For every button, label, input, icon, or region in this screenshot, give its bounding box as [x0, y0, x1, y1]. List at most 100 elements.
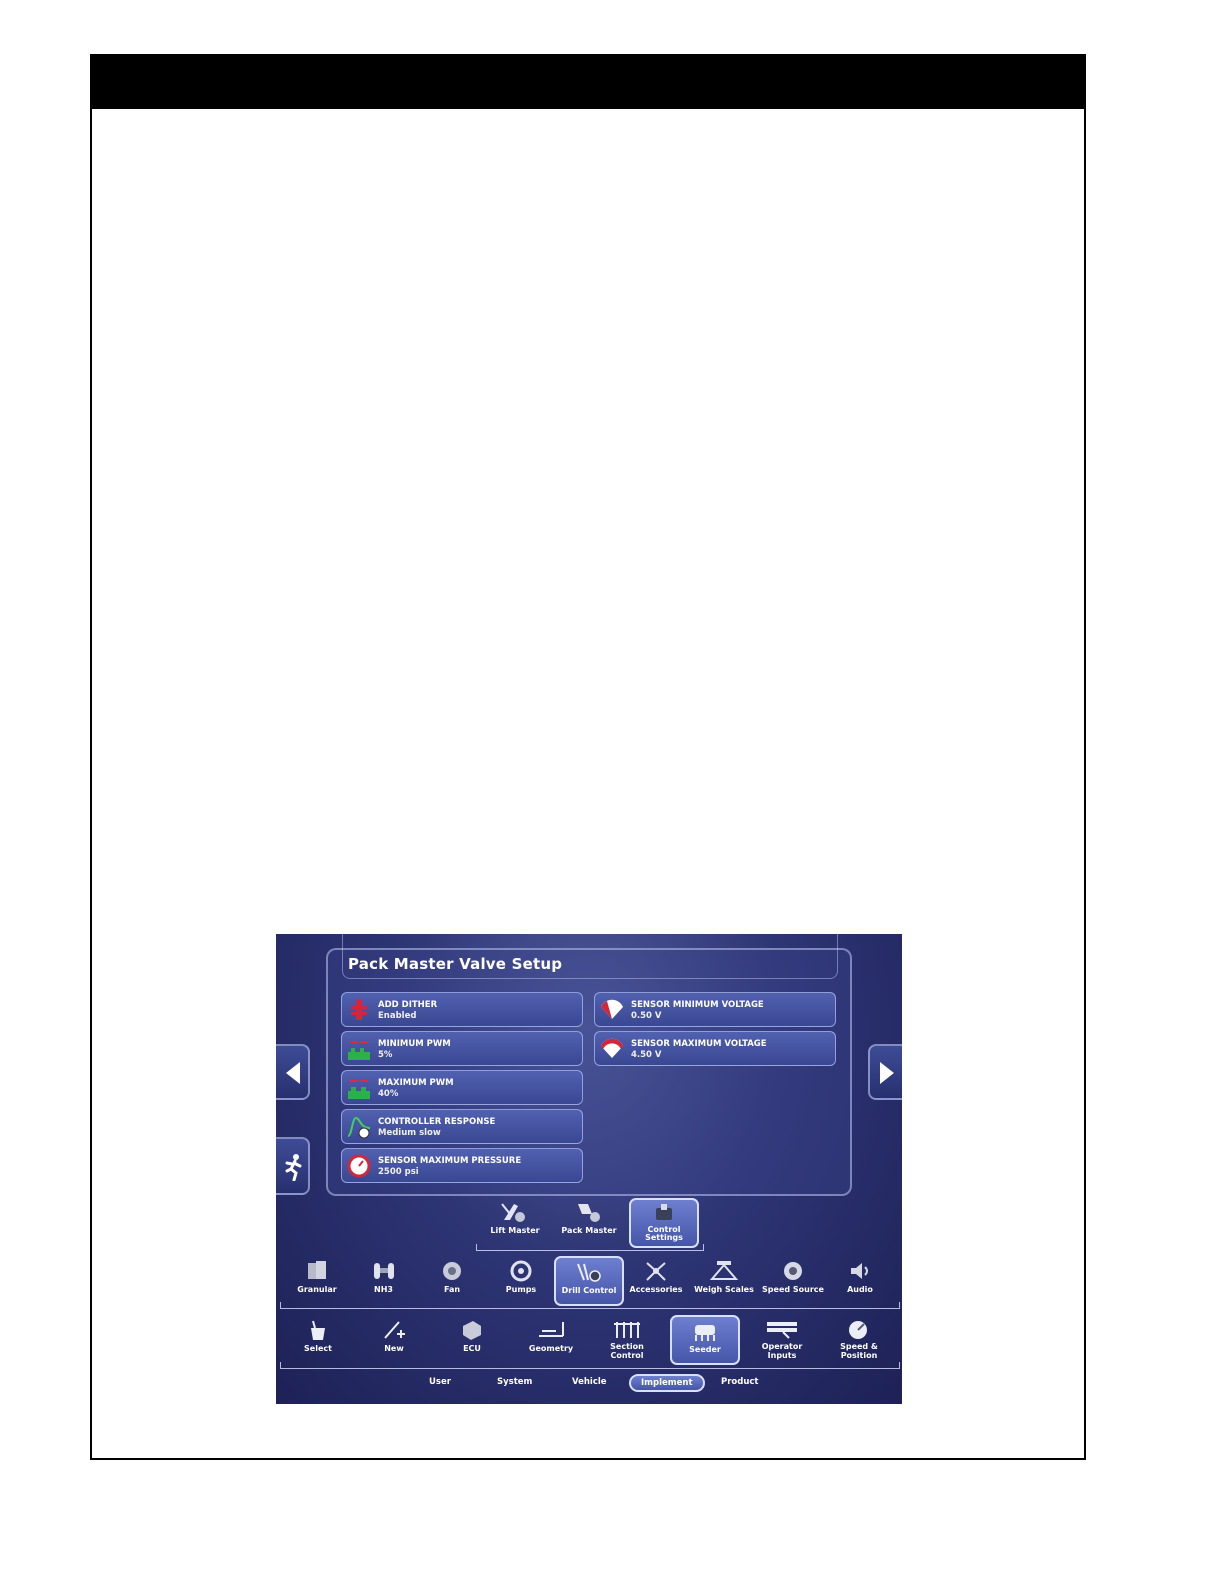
- tab-system[interactable]: System: [497, 1377, 532, 1387]
- tab-vehicle[interactable]: Vehicle: [572, 1377, 607, 1387]
- arrow-right-icon: [880, 1062, 894, 1084]
- nh3-icon: [373, 1263, 394, 1279]
- setting-maximum-pwm[interactable]: MAXIMUM PWM 40%: [341, 1070, 583, 1105]
- new-icon: [384, 1321, 405, 1339]
- exit-running-man-icon: [285, 1154, 302, 1181]
- tab-user[interactable]: User: [429, 1377, 451, 1387]
- pack-master-icon: [578, 1204, 600, 1222]
- previous-page-button[interactable]: [276, 1044, 310, 1100]
- tab-speed-position[interactable]: Speed & Position: [832, 1318, 886, 1360]
- setup-screen: Pack Master Valve Setup ADD DITHER Enabl…: [276, 934, 902, 1404]
- min-pwm-icon: [348, 1041, 370, 1060]
- tab-pumps[interactable]: Pumps: [496, 1259, 546, 1294]
- tab-label: Speed & Position: [840, 1342, 878, 1360]
- max-pwm-icon: [348, 1080, 370, 1099]
- setting-value: 2500 psi: [378, 1167, 419, 1177]
- setting-label: MAXIMUM PWM: [378, 1078, 454, 1088]
- tier2-bracket: [280, 1302, 900, 1309]
- setting-label: MINIMUM PWM: [378, 1039, 451, 1049]
- tab-ecu[interactable]: ECU: [450, 1318, 494, 1353]
- tab-fan[interactable]: Fan: [429, 1259, 475, 1294]
- seeder-icon: [695, 1325, 715, 1341]
- audio-speaker-icon: [851, 1263, 868, 1279]
- tab-label: Fan: [443, 1285, 461, 1294]
- tab-label: Lift Master: [490, 1226, 540, 1235]
- section-control-icon: [614, 1322, 640, 1338]
- dither-icon: [351, 1000, 367, 1020]
- setting-sensor-maximum-voltage[interactable]: SENSOR MAXIMUM VOLTAGE 4.50 V: [594, 1031, 836, 1066]
- setting-add-dither[interactable]: ADD DITHER Enabled: [341, 992, 583, 1027]
- tab-accessories[interactable]: Accessories: [628, 1259, 684, 1294]
- tier3-bracket: [280, 1362, 900, 1369]
- tab-label: NH3: [374, 1285, 393, 1294]
- operator-inputs-icon: [767, 1322, 797, 1339]
- tab-speed-source[interactable]: Speed Source: [762, 1259, 824, 1294]
- setting-value: 5%: [378, 1050, 393, 1060]
- arrow-left-icon: [286, 1062, 300, 1084]
- exit-button[interactable]: [276, 1137, 310, 1195]
- speed-source-icon: [784, 1262, 802, 1280]
- setting-value: 0.50 V: [631, 1011, 662, 1021]
- tab-pack-master[interactable]: Pack Master: [560, 1200, 618, 1235]
- tab-section-control[interactable]: Section Control: [602, 1318, 652, 1360]
- next-page-button[interactable]: [868, 1044, 902, 1100]
- header-bar: [92, 56, 1084, 109]
- granular-icon: [308, 1261, 326, 1279]
- tab-label: Weigh Scales: [694, 1285, 754, 1294]
- tab-label: Seeder: [689, 1345, 721, 1354]
- setting-label: SENSOR MAXIMUM VOLTAGE: [631, 1039, 767, 1049]
- ecu-icon: [463, 1321, 481, 1340]
- tab-lift-master[interactable]: Lift Master: [488, 1200, 542, 1235]
- tab-label: Audio: [847, 1285, 873, 1294]
- drill-control-icon: [577, 1263, 601, 1282]
- tier1-bracket: [476, 1244, 704, 1251]
- tab-select[interactable]: Select: [294, 1318, 342, 1353]
- tab-label: Select: [304, 1344, 332, 1353]
- speed-position-icon: [849, 1321, 867, 1339]
- setting-value: Medium slow: [378, 1128, 441, 1138]
- setting-sensor-maximum-pressure[interactable]: SENSOR MAXIMUM PRESSURE 2500 psi: [341, 1148, 583, 1183]
- tab-label: Drill Control: [561, 1286, 617, 1295]
- max-voltage-icon: [601, 1038, 623, 1058]
- tab-label: Granular: [297, 1285, 337, 1294]
- setting-label: SENSOR MINIMUM VOLTAGE: [631, 1000, 764, 1010]
- tab-nh3[interactable]: NH3: [361, 1259, 406, 1294]
- setting-sensor-minimum-voltage[interactable]: SENSOR MINIMUM VOLTAGE 0.50 V: [594, 992, 836, 1027]
- tab-geometry[interactable]: Geometry: [523, 1318, 579, 1353]
- tab-weigh-scales[interactable]: Weigh Scales: [693, 1259, 755, 1294]
- tab-label: New: [384, 1344, 404, 1353]
- geometry-icon: [539, 1322, 564, 1337]
- lift-master-icon: [501, 1203, 525, 1222]
- accessories-icon: [646, 1262, 666, 1281]
- fan-icon: [443, 1262, 461, 1280]
- tab-label: Control Settings: [645, 1225, 683, 1242]
- tab-audio[interactable]: Audio: [839, 1259, 881, 1294]
- pumps-icon: [510, 1260, 532, 1282]
- select-icon: [311, 1320, 325, 1340]
- setting-value: 40%: [378, 1089, 399, 1099]
- tab-label: Operator Inputs: [761, 1342, 803, 1360]
- setting-value: Enabled: [378, 1011, 417, 1021]
- control-settings-icon: [656, 1204, 672, 1220]
- tab-granular[interactable]: Granular: [292, 1259, 342, 1294]
- setting-label: ADD DITHER: [378, 1000, 438, 1010]
- setting-controller-response[interactable]: CONTROLLER RESPONSE Medium slow: [341, 1109, 583, 1144]
- tab-new[interactable]: New: [372, 1318, 416, 1353]
- tab-label: Speed Source: [762, 1285, 824, 1294]
- setting-label: SENSOR MAXIMUM PRESSURE: [378, 1156, 522, 1166]
- tab-product[interactable]: Product: [721, 1377, 759, 1387]
- tab-implement[interactable]: Implement: [629, 1374, 705, 1392]
- setting-value: 4.50 V: [631, 1050, 662, 1060]
- controller-response-icon: [347, 1116, 371, 1139]
- tab-operator-inputs[interactable]: Operator Inputs: [754, 1318, 810, 1360]
- tab-label: Section Control: [610, 1342, 644, 1360]
- tab-seeder[interactable]: Seeder: [670, 1315, 740, 1365]
- setting-minimum-pwm[interactable]: MINIMUM PWM 5%: [341, 1031, 583, 1066]
- weigh-scales-icon: [709, 1261, 739, 1280]
- tab-label: ECU: [463, 1344, 481, 1353]
- tab-control-settings[interactable]: Control Settings: [629, 1198, 699, 1248]
- pressure-gauge-icon: [347, 1154, 371, 1178]
- setting-label: CONTROLLER RESPONSE: [378, 1117, 496, 1127]
- page-title: Pack Master Valve Setup: [348, 955, 563, 973]
- tab-drill-control[interactable]: Drill Control: [554, 1256, 624, 1306]
